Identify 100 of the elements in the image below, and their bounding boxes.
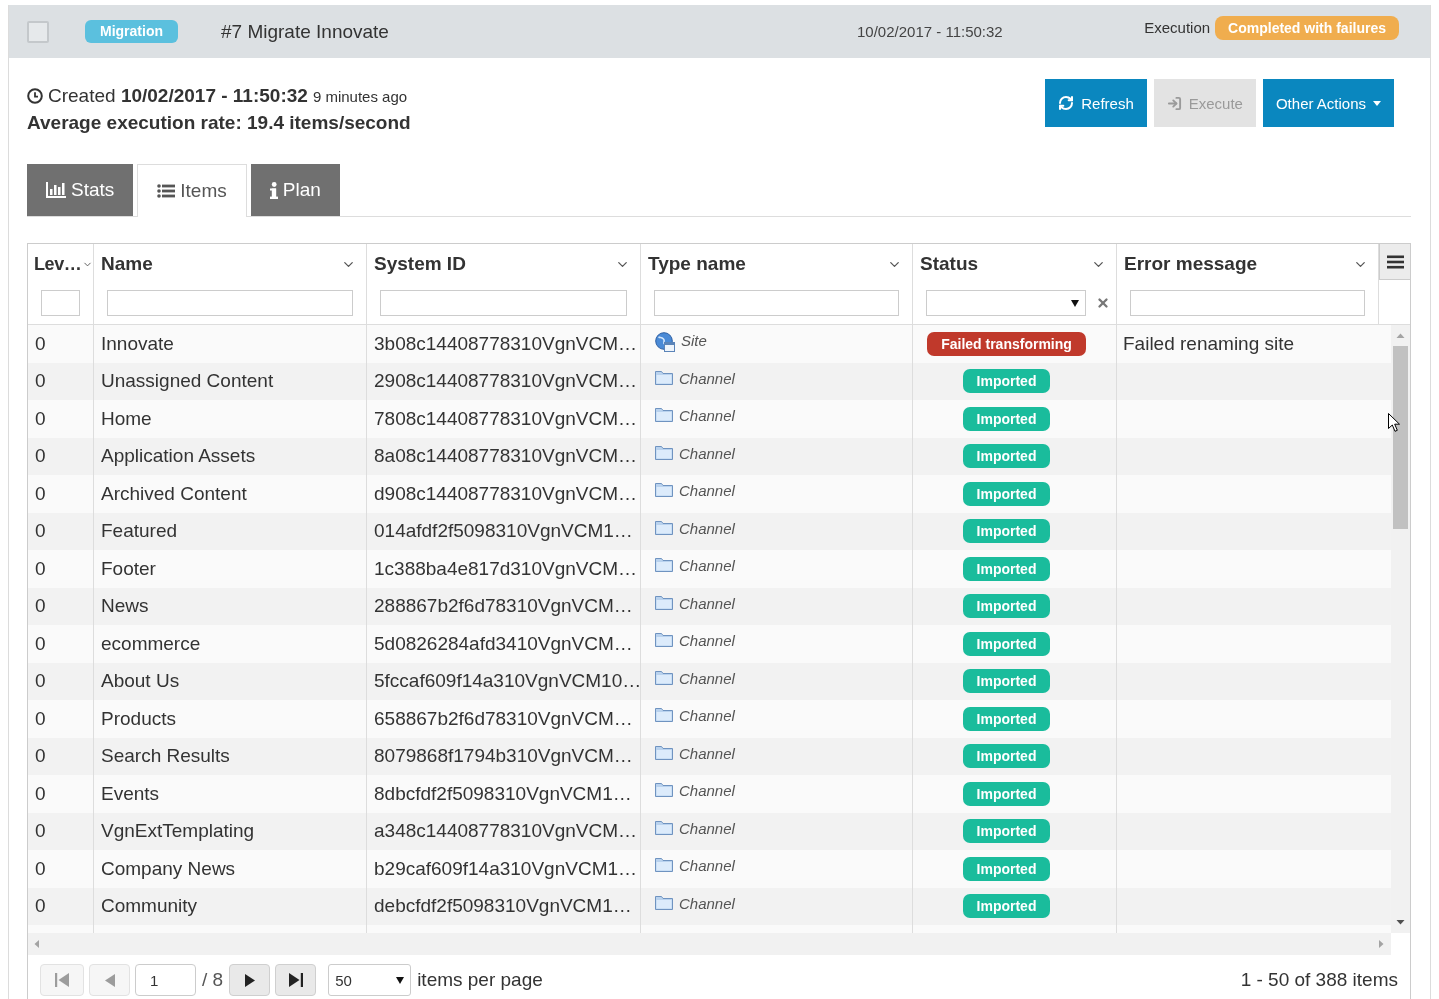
folder-icon	[655, 707, 673, 722]
table-cell: 0	[28, 700, 94, 738]
status-tag: Imported	[962, 519, 1051, 544]
status-tag: Imported	[962, 406, 1051, 431]
table-cell: 0	[28, 325, 94, 363]
table-cell: Footer	[94, 550, 367, 588]
table-cell: 658867b2f6d78310VgnVCM…	[367, 700, 641, 738]
status-tag: Imported	[962, 556, 1051, 581]
folder-icon	[655, 557, 673, 572]
status-tag: Imported	[962, 631, 1051, 656]
sign-in-icon	[1166, 95, 1182, 111]
folder-icon	[655, 482, 673, 497]
table-cell: 0	[28, 775, 94, 813]
last-page-button[interactable]	[275, 964, 317, 996]
folder-icon	[655, 632, 673, 647]
table-cell: Archived Content	[94, 475, 367, 513]
action-button[interactable]: Refresh	[1045, 79, 1147, 127]
folder-icon	[655, 519, 673, 535]
table-cell: d908c14408778310VgnVCM…	[367, 475, 641, 513]
column-header[interactable]: Name	[101, 253, 153, 275]
table-cell: Home	[94, 400, 367, 438]
table-cell-text: Failed renaming site	[1122, 331, 1296, 356]
folder-icon	[655, 894, 673, 910]
status-tag: Imported	[962, 369, 1051, 394]
filter-input[interactable]	[107, 290, 353, 316]
type-label: Channel	[679, 369, 735, 388]
column-header[interactable]: Lev…	[34, 253, 82, 275]
refresh-icon	[1058, 95, 1075, 111]
status-tag: Imported	[962, 669, 1051, 694]
clock-icon	[27, 87, 43, 104]
type-label: Channel	[679, 819, 735, 838]
type-label: Channel	[679, 857, 735, 875]
folder-icon	[655, 669, 673, 685]
tab[interactable]: Items	[137, 164, 247, 217]
status-tag: Imported	[962, 481, 1051, 506]
folder-icon	[655, 819, 673, 835]
table-cell: Innovate	[94, 325, 367, 363]
type-label: Channel	[679, 444, 735, 463]
info-icon	[269, 181, 278, 199]
triangle-left-icon	[104, 973, 115, 987]
column-header[interactable]: Error message	[1124, 253, 1258, 275]
type-label: Channel	[679, 782, 735, 800]
pager-summary: 1 - 50 of 388 items	[1240, 969, 1398, 991]
table-cell: 0	[28, 400, 94, 438]
type-label: Channel	[679, 594, 735, 613]
tab[interactable]: Plan	[250, 164, 340, 216]
dropdown-button[interactable]: Other Actions	[1262, 79, 1394, 127]
folder-icon	[655, 744, 673, 760]
tab[interactable]: Stats	[27, 164, 134, 216]
skip-to-start-icon	[55, 973, 69, 987]
type-label: Site	[681, 332, 707, 350]
status-tag: Imported	[962, 856, 1051, 881]
page-total: / 8	[202, 969, 224, 991]
folder-icon	[655, 369, 673, 385]
folder-icon	[655, 407, 673, 422]
table-cell: 8dbcfdf2f5098310VgnVCM1…	[367, 775, 641, 813]
column-header[interactable]: Type name	[648, 253, 746, 275]
filter-input[interactable]	[1130, 290, 1365, 316]
column-header[interactable]: System ID	[374, 253, 466, 275]
relative-time: 9 minutes ago	[312, 87, 408, 107]
filter-select[interactable]	[926, 290, 1086, 316]
table-cell: 0	[28, 475, 94, 513]
next-page-button[interactable]	[229, 964, 271, 996]
list-icon	[157, 183, 176, 198]
table-cell: 3b08c14408778310VgnVCM…	[367, 325, 641, 363]
type-label: Channel	[679, 482, 735, 500]
type-label: Channel	[679, 407, 735, 425]
clear-icon[interactable]	[1096, 296, 1110, 310]
select-checkbox[interactable]	[27, 20, 49, 43]
folder-icon	[655, 782, 673, 797]
job-title: #7 Migrate Innovate	[221, 20, 389, 43]
triangle-right-icon	[244, 973, 255, 987]
horizontal-scrollbar[interactable]	[28, 933, 1391, 955]
filter-input[interactable]	[654, 290, 899, 316]
status-tag: Imported	[962, 819, 1051, 844]
status-tag: Imported	[962, 744, 1051, 769]
page-input[interactable]: 1	[135, 964, 196, 996]
vertical-scrollbar[interactable]	[1391, 325, 1410, 933]
folder-icon	[655, 444, 673, 460]
execution-status-tag: Completed with failures	[1215, 15, 1399, 40]
status-tag: Imported	[962, 594, 1051, 619]
caret-down-icon	[1071, 299, 1079, 307]
column-header[interactable]: Status	[920, 253, 979, 275]
filter-input[interactable]	[41, 290, 80, 316]
folder-icon	[655, 857, 673, 872]
page-size-select[interactable]: 50	[328, 964, 412, 996]
status-tag: Imported	[962, 894, 1051, 919]
filter-input[interactable]	[380, 290, 627, 316]
column-menu-button[interactable]	[1379, 244, 1410, 280]
created-text: Created 10/02/2017 - 11:50:32	[48, 83, 308, 108]
type-label: Channel	[679, 632, 735, 650]
type-label: Channel	[679, 557, 735, 575]
type-label: Channel	[679, 707, 735, 725]
table-cell: 5d0826284afd3410VgnVCM…	[367, 625, 641, 663]
table-cell: 0	[28, 850, 94, 888]
table-cell: b29caf609f14a310VgnVCM1…	[367, 850, 641, 888]
type-label: Channel	[679, 669, 735, 688]
execution-rate: Average execution rate: 19.4 items/second	[27, 111, 411, 135]
bar-chart-icon	[46, 182, 66, 198]
category-tag: Migration	[85, 20, 178, 43]
